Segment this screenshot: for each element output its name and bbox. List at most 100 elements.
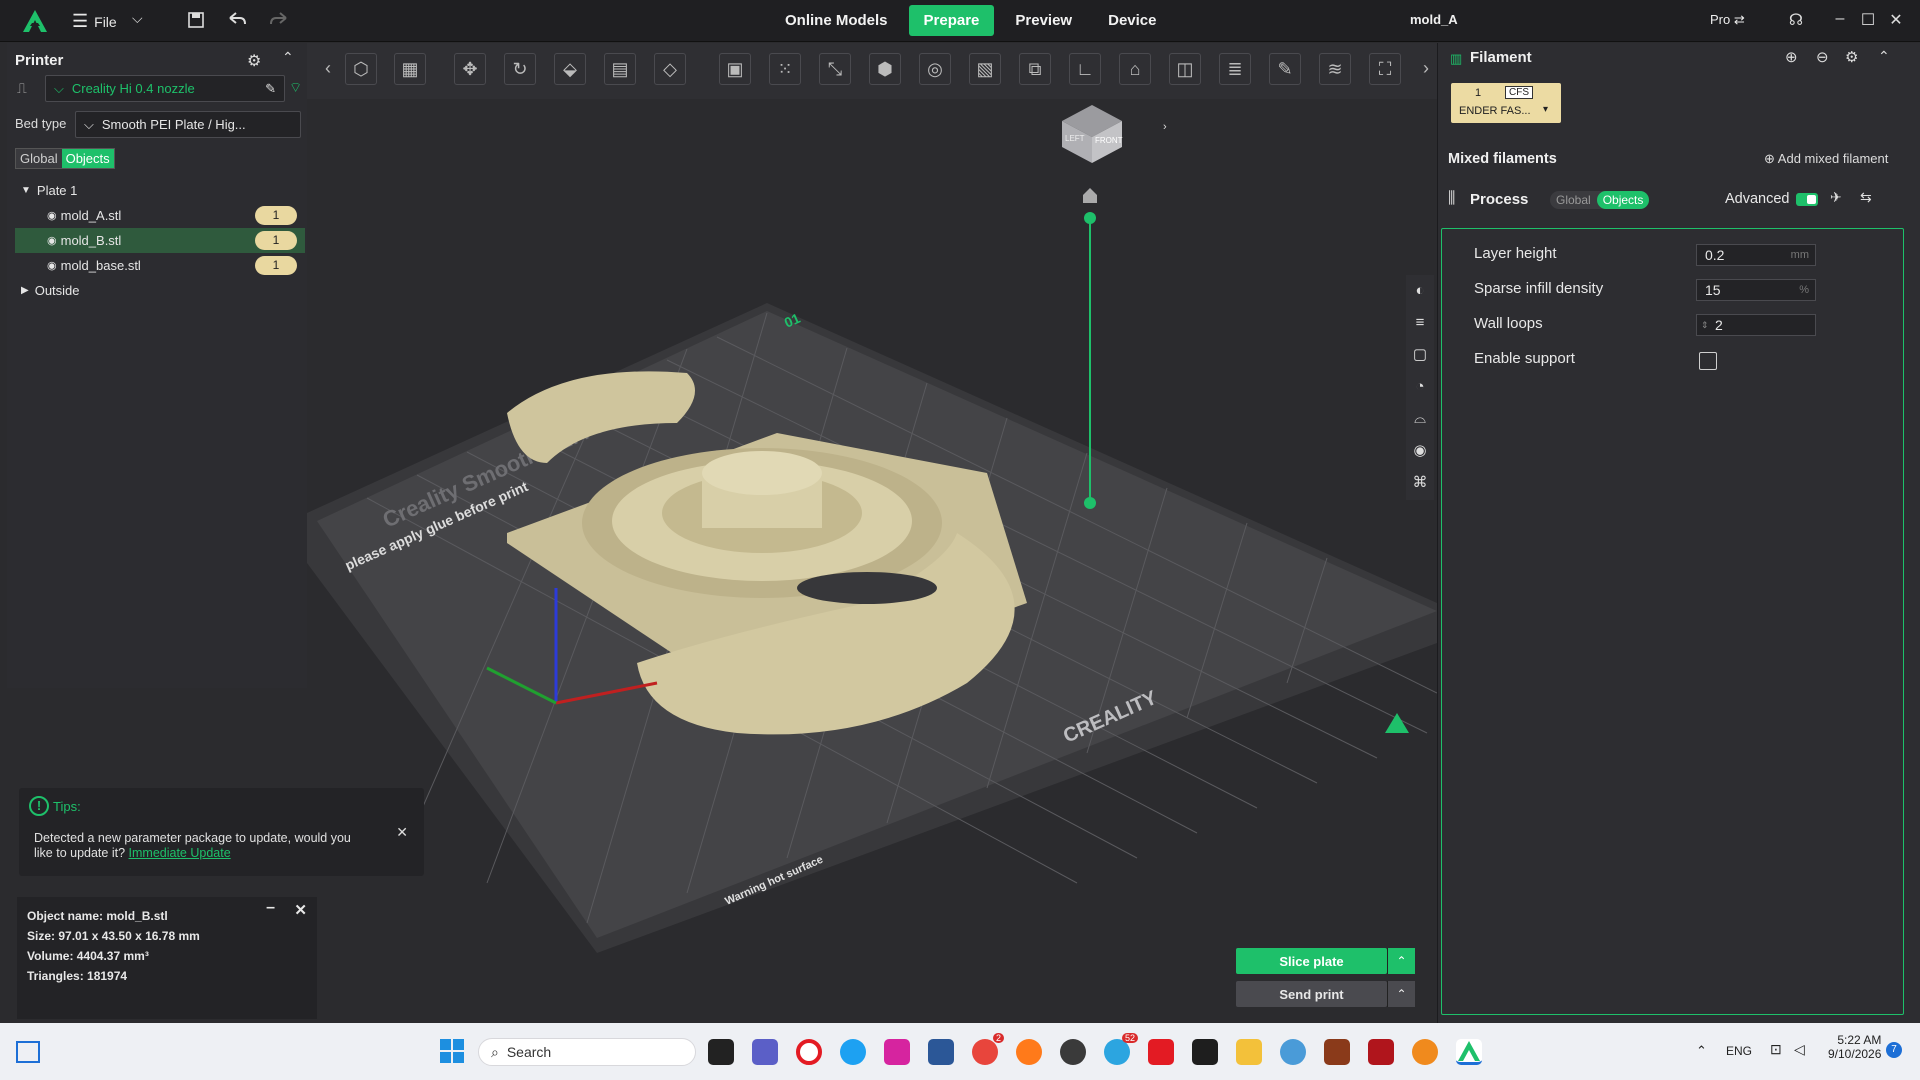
taskbar-search[interactable]: ⌕ Search <box>478 1038 696 1066</box>
start-menu-icon[interactable] <box>440 1039 464 1063</box>
3d-viewport[interactable]: Creality Smooth PEI Plate please apply g… <box>307 43 1438 1023</box>
layers-icon[interactable]: ≣ <box>1219 53 1251 85</box>
pro-mode-toggle[interactable]: Pro ⇄ <box>1710 12 1745 28</box>
firefox-icon[interactable] <box>1016 1039 1042 1065</box>
scope-global-tab[interactable]: Global <box>16 149 62 168</box>
tab-prepare[interactable]: Prepare <box>908 5 995 36</box>
dots-grid-icon[interactable]: ⁙ <box>769 53 801 85</box>
grid-layout-icon[interactable]: ▣ <box>719 53 751 85</box>
command-icon[interactable]: ⌘ <box>1406 467 1434 499</box>
plate-row[interactable]: ▼ Plate 1 <box>15 178 305 203</box>
tab-preview[interactable]: Preview <box>1000 5 1087 36</box>
add-cube-icon[interactable]: ⬡ <box>345 53 377 85</box>
send-options-chevron-icon[interactable]: ⌃ <box>1387 981 1415 1007</box>
object-count-badge[interactable]: 1 <box>255 231 297 250</box>
expand-triangle-icon[interactable]: ▼ <box>21 185 31 196</box>
clock[interactable]: 5:22 AM 9/10/2026 <box>1828 1033 1881 1061</box>
task-view-icon[interactable] <box>708 1039 734 1065</box>
view-cube[interactable]: LEFT FRONT <box>1062 105 1123 163</box>
rotate-icon[interactable]: ↻ <box>504 53 536 85</box>
expand-triangle-icon[interactable]: ▶ <box>21 285 29 296</box>
eraser-icon[interactable]: ◇ <box>654 53 686 85</box>
target-icon[interactable]: ◉ <box>1406 435 1434 467</box>
immediate-update-link[interactable]: Immediate Update <box>129 846 231 860</box>
box-icon[interactable]: ⬢ <box>869 53 901 85</box>
process-reset-icon[interactable]: ⇆ <box>1860 189 1872 206</box>
language-indicator[interactable]: ENG <box>1726 1044 1752 1058</box>
chrome-icon[interactable]: 2 <box>972 1033 1004 1065</box>
opera-icon[interactable] <box>796 1039 822 1065</box>
frame-icon[interactable]: ▢ <box>1406 339 1434 371</box>
object-row[interactable]: ◉ mold_base.stl 1 <box>15 253 305 278</box>
send-print-button[interactable]: Send print <box>1236 981 1387 1007</box>
network-icon[interactable]: ⊡ <box>1770 1041 1782 1058</box>
tab-device[interactable]: Device <box>1093 5 1171 36</box>
headset-icon[interactable]: ☊ <box>1786 10 1806 30</box>
visibility-eye-icon[interactable]: ◉ <box>47 259 57 272</box>
sparse-infill-input[interactable]: 15 % <box>1696 279 1816 301</box>
hatch-icon[interactable]: ▧ <box>969 53 1001 85</box>
support-paint-icon[interactable]: ⌂ <box>1119 53 1151 85</box>
process-objects-tab[interactable]: Objects <box>1596 191 1650 209</box>
slice-plate-button[interactable]: Slice plate <box>1236 948 1387 974</box>
layer-slider-top-handle[interactable] <box>1084 212 1096 224</box>
expand-toolbar-icon[interactable]: › <box>1417 53 1435 85</box>
scale-icon[interactable]: ⤡ <box>819 53 851 85</box>
calibration-icon[interactable]: ◐ <box>1406 275 1434 307</box>
pdf-app-icon[interactable] <box>1148 1039 1174 1065</box>
assistant-icon[interactable] <box>1385 713 1409 733</box>
arrange-icon[interactable]: ▤ <box>604 53 636 85</box>
blender-icon[interactable] <box>1412 1039 1438 1065</box>
assembly-icon[interactable]: ⛶ <box>1369 53 1401 85</box>
tray-overflow-icon[interactable]: ⌃ <box>1696 1043 1707 1059</box>
brush-icon[interactable]: ✎ <box>1269 53 1301 85</box>
overhang-icon[interactable]: ⌓ <box>1406 403 1434 435</box>
fuzzy-skin-icon[interactable]: ≋ <box>1319 53 1351 85</box>
slice-options-chevron-icon[interactable]: ⌃ <box>1387 948 1415 974</box>
printer-settings-icon[interactable]: ⚙ <box>247 51 261 71</box>
maximize-icon[interactable]: ☐ <box>1858 10 1878 30</box>
chevron-down-icon[interactable]: ⌵ <box>132 10 143 27</box>
layer-height-input[interactable]: 0.2 mm <box>1696 244 1816 266</box>
wifi-icon[interactable]: ⌔ <box>289 79 302 97</box>
filament-dropdown-icon[interactable]: ▾ <box>1543 104 1548 115</box>
minimize-info-icon[interactable]: – <box>266 899 275 917</box>
add-filament-icon[interactable]: ⊕ <box>1785 48 1798 66</box>
recorder-icon[interactable] <box>1368 1039 1394 1065</box>
wall-loops-stepper[interactable]: ⇕ 2 <box>1696 314 1816 336</box>
add-mixed-filament-button[interactable]: ⊕ Add mixed filament <box>1764 151 1888 167</box>
undo-icon[interactable] <box>226 10 248 32</box>
object-row-selected[interactable]: ◉ mold_B.stl 1 <box>15 228 305 253</box>
outside-row[interactable]: ▶ Outside <box>15 278 305 303</box>
collapse-up-icon[interactable]: ⌃ <box>1878 48 1890 65</box>
advanced-toggle[interactable] <box>1796 193 1818 206</box>
enable-support-checkbox[interactable] <box>1699 352 1717 370</box>
scope-objects-tab[interactable]: Objects <box>61 149 114 168</box>
tab-online-models[interactable]: Online Models <box>770 5 903 36</box>
archive-app-icon[interactable] <box>1324 1039 1350 1065</box>
object-count-badge[interactable]: 1 <box>255 206 297 225</box>
filament-settings-icon[interactable]: ⚙ <box>1845 48 1858 66</box>
terminal-icon[interactable] <box>1192 1039 1218 1065</box>
wordpress-icon[interactable] <box>1060 1039 1086 1065</box>
home-view-icon[interactable] <box>1083 188 1097 203</box>
bed-type-select[interactable]: ⌵ Smooth PEI Plate / Hig... <box>75 111 301 138</box>
stepper-arrows-icon[interactable]: ⇕ <box>1701 315 1709 335</box>
visibility-eye-icon[interactable]: ◉ <box>47 209 57 222</box>
widgets-icon[interactable] <box>16 1041 40 1063</box>
object-count-badge[interactable]: 1 <box>255 256 297 275</box>
process-global-tab[interactable]: Global <box>1550 191 1597 209</box>
seam-icon[interactable]: ◫ <box>1169 53 1201 85</box>
boolean-icon[interactable]: ⧉ <box>1019 53 1051 85</box>
remove-filament-icon[interactable]: ⊖ <box>1816 48 1829 66</box>
save-icon[interactable] <box>186 10 208 32</box>
volume-icon[interactable]: ◁ <box>1794 1041 1805 1058</box>
edge-icon[interactable] <box>840 1039 866 1065</box>
minimize-icon[interactable]: – <box>1830 10 1850 28</box>
globe-app-icon[interactable] <box>1280 1039 1306 1065</box>
printer-select[interactable]: ⌵ Creality Hi 0.4 nozzle ✎ <box>45 75 285 102</box>
add-plate-icon[interactable]: ▦ <box>394 53 426 85</box>
process-compare-icon[interactable]: ✈ <box>1830 189 1842 206</box>
move-icon[interactable]: ✥ <box>454 53 486 85</box>
notification-count-badge[interactable]: 7 <box>1886 1042 1902 1058</box>
